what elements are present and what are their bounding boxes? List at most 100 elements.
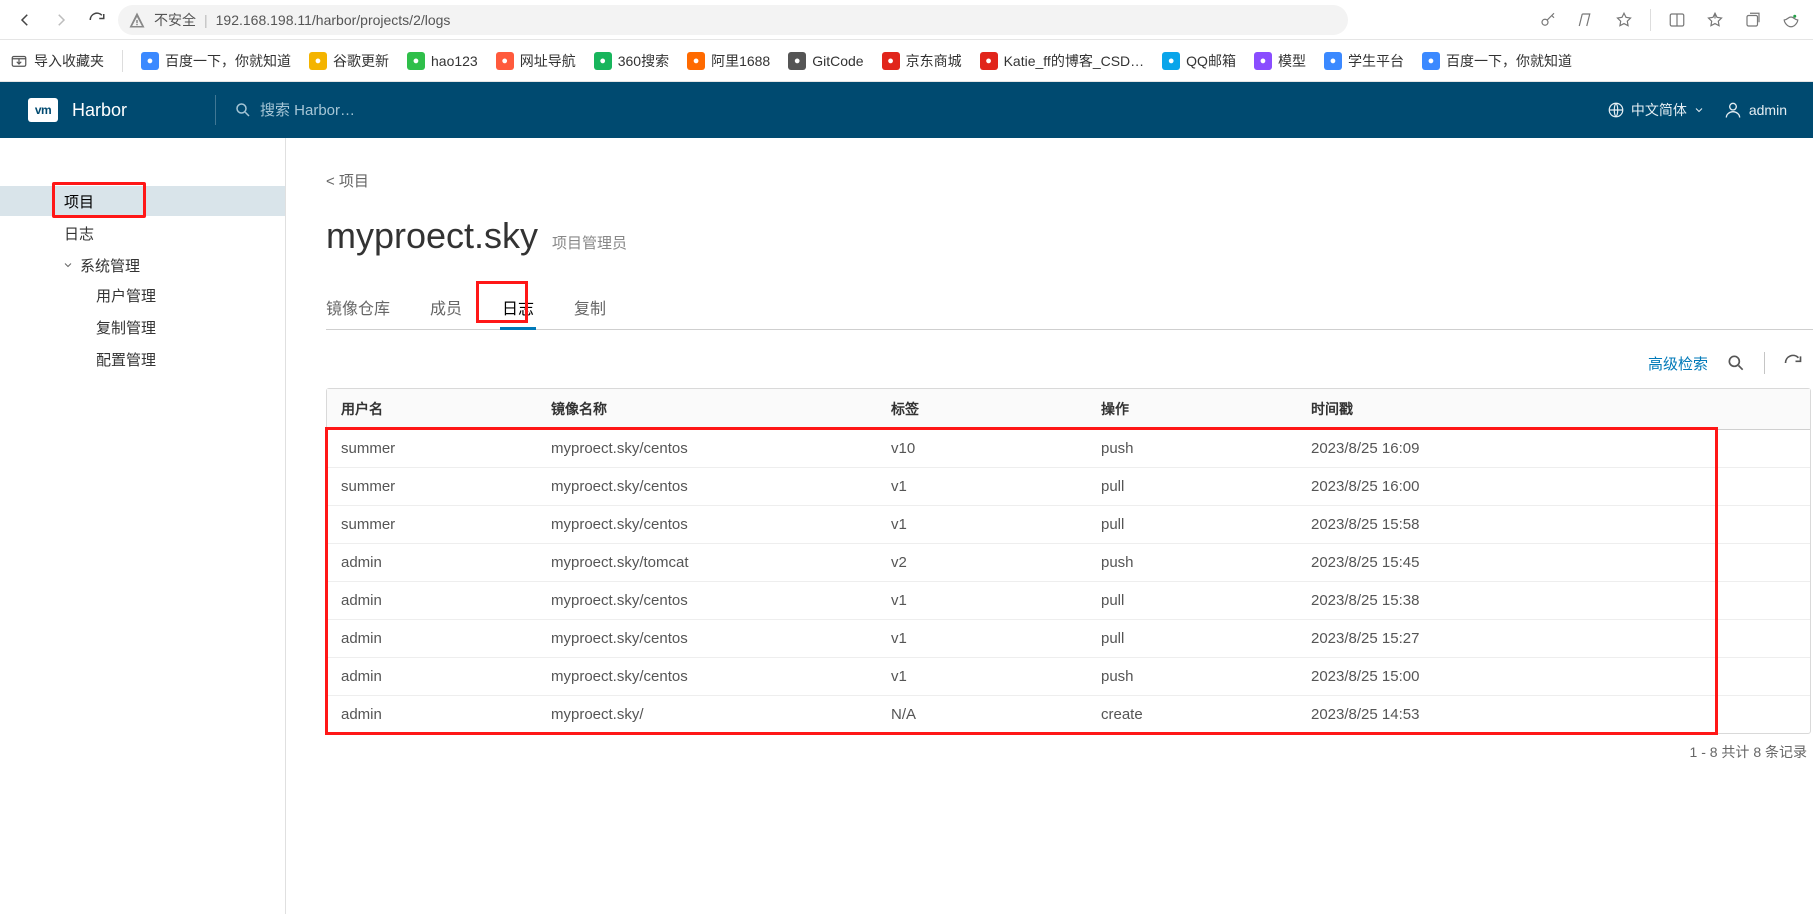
th-tag[interactable]: 标签 [877,389,1087,430]
language-switch[interactable]: 中文简体 [1607,100,1705,120]
bookmark-item[interactable]: ●百度一下，你就知道 [141,51,291,71]
cell-tag: v10 [877,430,1087,468]
insecure-icon [128,11,146,29]
app-header: vm Harbor 中文简体 admin [0,82,1813,138]
cell-user: admin [327,658,537,696]
cell-op: pull [1087,582,1297,620]
bookmark-item[interactable]: ●Katie_ff的博客_CSD… [980,51,1145,71]
back-button[interactable] [10,5,40,35]
bookmark-item[interactable]: ● 京东商城 [882,51,962,71]
bookmark-label: 网址导航 [520,51,576,71]
chevron-down-icon [1693,104,1705,116]
bookmark-label: 京东商城 [906,51,962,71]
table-row: summer myproect.sky/centos v1 pull 2023/… [327,468,1810,506]
favorites-icon[interactable] [1703,8,1727,32]
tab-repositories[interactable]: 镜像仓库 [326,289,390,329]
cell-image: myproect.sky/centos [537,430,877,468]
read-aloud-icon[interactable] [1574,8,1598,32]
th-time[interactable]: 时间戳 [1297,389,1810,430]
key-icon[interactable] [1536,8,1560,32]
bookmark-item[interactable]: ● 网址导航 [496,51,576,71]
cell-user: admin [327,620,537,658]
star-icon[interactable] [1612,8,1636,32]
cell-image: myproect.sky/tomcat [537,544,877,582]
sidebar-item-config[interactable]: 配置管理 [0,344,285,374]
bookmark-item[interactable]: ●hao123 [407,51,478,71]
bookmark-label: 360搜索 [618,51,669,71]
cell-tag: v1 [877,468,1087,506]
user-menu[interactable]: admin [1723,100,1787,120]
table-row: admin myproect.sky/tomcat v2 push 2023/8… [327,544,1810,582]
tab-members[interactable]: 成员 [430,289,462,329]
brand[interactable]: vm Harbor [0,98,215,122]
bookmark-label: GitCode [812,53,863,69]
cell-op: push [1087,658,1297,696]
project-role: 项目管理员 [552,232,627,253]
forward-button[interactable] [46,5,76,35]
refresh-button[interactable] [1783,353,1803,373]
bookmark-label: 学生平台 [1348,51,1404,71]
bookmark-icon: ● [882,52,900,70]
performance-icon[interactable] [1779,8,1803,32]
cell-time: 2023/8/25 14:53 [1297,696,1810,734]
table-row: admin myproect.sky/ N/A create 2023/8/25… [327,696,1810,734]
bookmarks-import-label: 导入收藏夹 [34,51,104,71]
app-body: 项目 日志 系统管理 用户管理 复制管理 配置管理 < 项目 myproect.… [0,138,1813,914]
cell-op: create [1087,696,1297,734]
search-button[interactable] [1726,353,1746,373]
bookmark-item[interactable]: ●模型 [1254,51,1306,71]
sidebar-item-logs[interactable]: 日志 [0,218,285,248]
bookmarks-bar: 导入收藏夹 ●百度一下，你就知道●谷歌更新●hao123●网址导航●360搜索●… [0,40,1813,82]
breadcrumb[interactable]: < 项目 [326,170,1813,191]
table-row: admin myproect.sky/centos v1 pull 2023/8… [327,620,1810,658]
bookmark-item[interactable]: ●QQ邮箱 [1162,51,1236,71]
refresh-button[interactable] [82,5,112,35]
bookmark-icon: ● [496,52,514,70]
logs-table-wrap: 用户名 镜像名称 标签 操作 时间戳 summer myproect.sky/c… [326,388,1811,734]
bookmark-item[interactable]: ●百度一下，你就知道 [1422,51,1572,71]
table-row: summer myproect.sky/centos v1 pull 2023/… [327,506,1810,544]
sidebar-item-label: 复制管理 [96,317,156,338]
tab-logs[interactable]: 日志 [502,289,534,329]
sidebar-item-sysadmin[interactable]: 系统管理 [0,250,285,280]
tab-replication[interactable]: 复制 [574,289,606,329]
bookmark-icon: ● [1162,52,1180,70]
cell-op: push [1087,430,1297,468]
user-label: admin [1749,102,1787,118]
sidebar: 项目 日志 系统管理 用户管理 复制管理 配置管理 [0,138,286,914]
bookmark-item[interactable]: ●360搜索 [594,51,669,71]
pagination-summary: 1 - 8 共计 8 条记录 [326,734,1813,762]
cell-time: 2023/8/25 16:09 [1297,430,1810,468]
bookmarks-import[interactable]: 导入收藏夹 [10,51,104,71]
cell-time: 2023/8/25 15:38 [1297,582,1810,620]
url-text: 192.168.198.11/harbor/projects/2/logs [216,12,451,28]
sidebar-item-label: 日志 [64,223,94,244]
search-input[interactable] [260,102,560,119]
sidebar-item-user-mgmt[interactable]: 用户管理 [0,280,285,310]
th-op[interactable]: 操作 [1087,389,1297,430]
th-user[interactable]: 用户名 [327,389,537,430]
search-icon [1726,353,1746,373]
bookmark-item[interactable]: ●谷歌更新 [309,51,389,71]
bookmark-icon: ● [1254,52,1272,70]
cell-user: summer [327,506,537,544]
bookmark-item[interactable]: ●GitCode [788,51,863,71]
split-screen-icon[interactable] [1665,8,1689,32]
sidebar-item-label: 配置管理 [96,349,156,370]
th-image[interactable]: 镜像名称 [537,389,877,430]
sidebar-item-replication[interactable]: 复制管理 [0,312,285,342]
cell-op: pull [1087,506,1297,544]
sidebar-item-projects[interactable]: 项目 [0,186,285,216]
header-divider [215,95,216,125]
header-search[interactable] [234,101,560,119]
bookmark-item[interactable]: ●学生平台 [1324,51,1404,71]
collections-icon[interactable] [1741,8,1765,32]
cell-tag: v1 [877,620,1087,658]
bookmark-icon: ● [1422,52,1440,70]
bookmark-item[interactable]: ●阿里1688 [687,51,770,71]
advanced-search-link[interactable]: 高级检索 [1648,353,1708,374]
search-row: 高级检索 [326,352,1813,374]
cell-time: 2023/8/25 15:58 [1297,506,1810,544]
address-bar[interactable]: 不安全 | 192.168.198.11/harbor/projects/2/l… [118,5,1348,35]
refresh-icon [88,11,106,29]
